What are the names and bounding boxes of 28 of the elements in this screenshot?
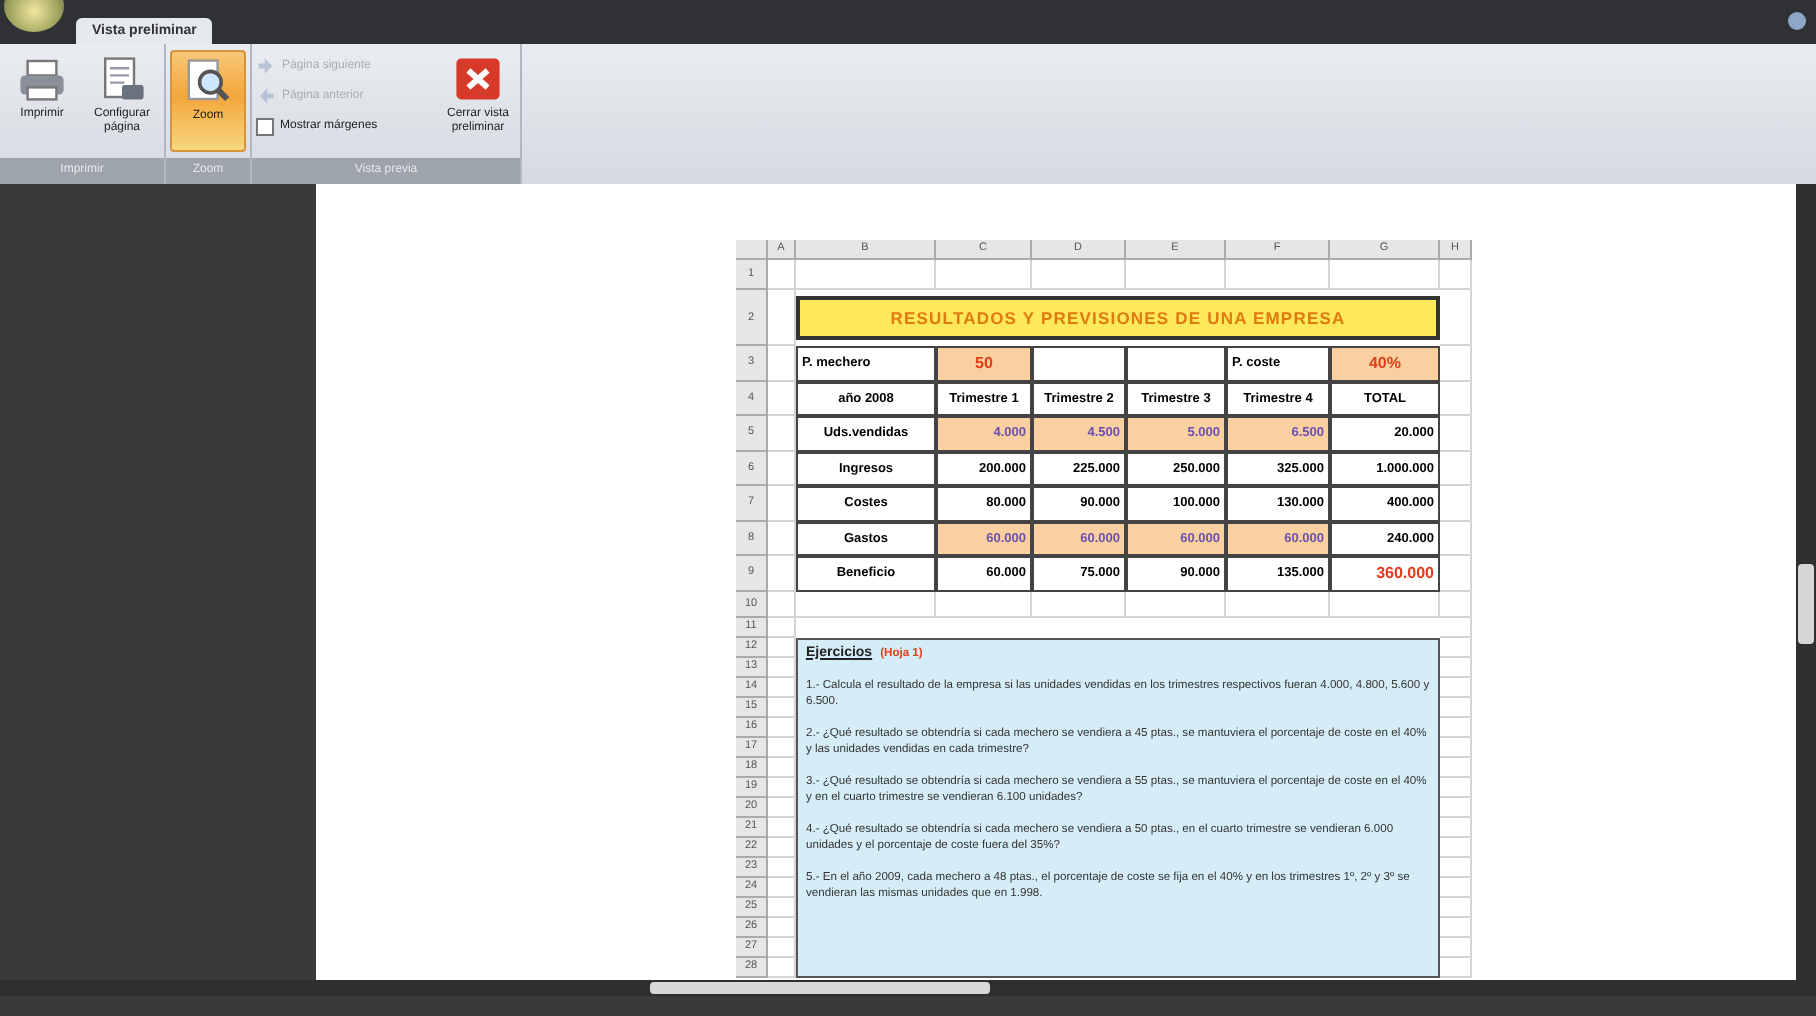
- grid-cell[interactable]: [1126, 260, 1226, 290]
- sheet-title: RESULTADOS Y PREVISIONES DE UNA EMPRESA: [796, 296, 1440, 340]
- right-arrow-icon: [256, 56, 276, 76]
- vertical-scrollbar[interactable]: [1796, 184, 1816, 980]
- grid-cell[interactable]: [1032, 260, 1126, 290]
- select-all-corner[interactable]: [736, 240, 768, 260]
- close-icon: [454, 56, 502, 102]
- grid-cell[interactable]: [768, 617, 796, 637]
- table-cell: 50: [936, 346, 1032, 381]
- grid-cell[interactable]: [1440, 260, 1472, 290]
- grid-cell[interactable]: [1226, 260, 1330, 290]
- grid-cell[interactable]: [1330, 260, 1440, 290]
- table-cell: [1126, 346, 1226, 381]
- left-arrow-icon: [256, 86, 276, 106]
- grid-cell[interactable]: [768, 260, 796, 290]
- help-icon[interactable]: [1788, 12, 1806, 30]
- magnifier-icon: [184, 58, 232, 104]
- table-cell: 360.000: [1330, 556, 1440, 591]
- horizontal-scrollbar[interactable]: [0, 980, 1816, 996]
- grid-cell[interactable]: [1440, 617, 1472, 637]
- table-cell: [1032, 346, 1126, 381]
- page-setup-icon: [98, 56, 146, 102]
- table-cell: 40%: [1330, 346, 1440, 381]
- grid-cell[interactable]: [936, 260, 1032, 290]
- grid-cell[interactable]: [796, 260, 936, 290]
- grid-cell[interactable]: [1440, 591, 1472, 617]
- grid-cell[interactable]: [768, 591, 796, 617]
- printer-icon: [18, 56, 66, 102]
